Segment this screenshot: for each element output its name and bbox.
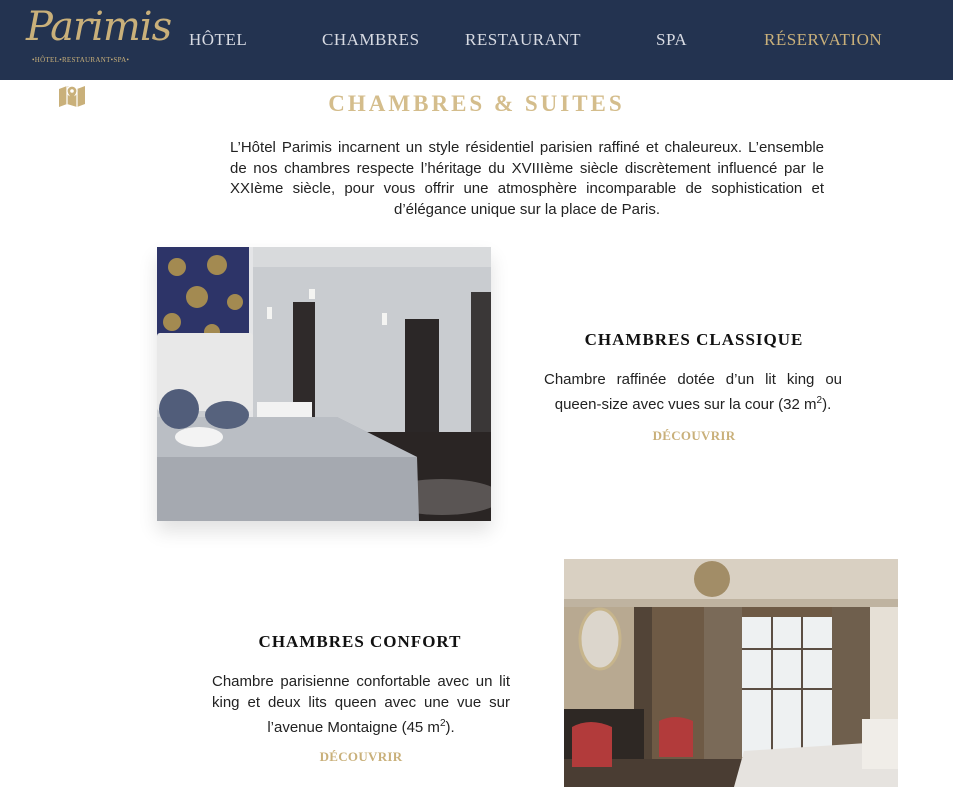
- classique-desc-text: Chambre raffinée dotée d’un lit king ou …: [544, 371, 842, 413]
- classique-room-photo[interactable]: [157, 247, 491, 521]
- confort-discover-link[interactable]: DÉCOUVRIR: [261, 749, 461, 765]
- nav-restaurant[interactable]: RESTAURANT: [465, 30, 581, 50]
- section-title: CHAMBRES & SUITES: [328, 91, 625, 116]
- classique-title: CHAMBRES CLASSIQUE: [584, 330, 804, 349]
- intro-paragraph: L’Hôtel Parimis incarnent un style résid…: [230, 139, 824, 218]
- classique-description: Chambre raffinée dotée d’un lit king ou …: [544, 369, 842, 415]
- nav-hotel[interactable]: HÔTEL: [189, 30, 247, 50]
- hotel-logo[interactable]: Parimis •HÔTEL•RESTAURANT•SPA•: [22, 4, 172, 70]
- confort-desc-end: ).: [445, 719, 455, 736]
- confort-title: CHAMBRES CONFORT: [258, 632, 462, 651]
- nav-spa[interactable]: SPA: [656, 30, 687, 50]
- nav-chambres[interactable]: CHAMBRES: [322, 30, 420, 50]
- logo-subtitle: •HÔTEL•RESTAURANT•SPA•: [32, 56, 130, 64]
- confort-room-photo[interactable]: [564, 559, 898, 787]
- logo-script: Parimis: [26, 4, 172, 50]
- confort-desc-text: Chambre parisienne confortable avec un l…: [212, 673, 510, 736]
- confort-description: Chambre parisienne confortable avec un l…: [212, 671, 510, 738]
- classique-desc-end: ).: [822, 396, 832, 413]
- nav-reservation[interactable]: RÉSERVATION: [764, 30, 882, 50]
- site-header: Parimis •HÔTEL•RESTAURANT•SPA• HÔTEL CHA…: [0, 0, 953, 80]
- classique-discover-link[interactable]: DÉCOUVRIR: [594, 428, 794, 444]
